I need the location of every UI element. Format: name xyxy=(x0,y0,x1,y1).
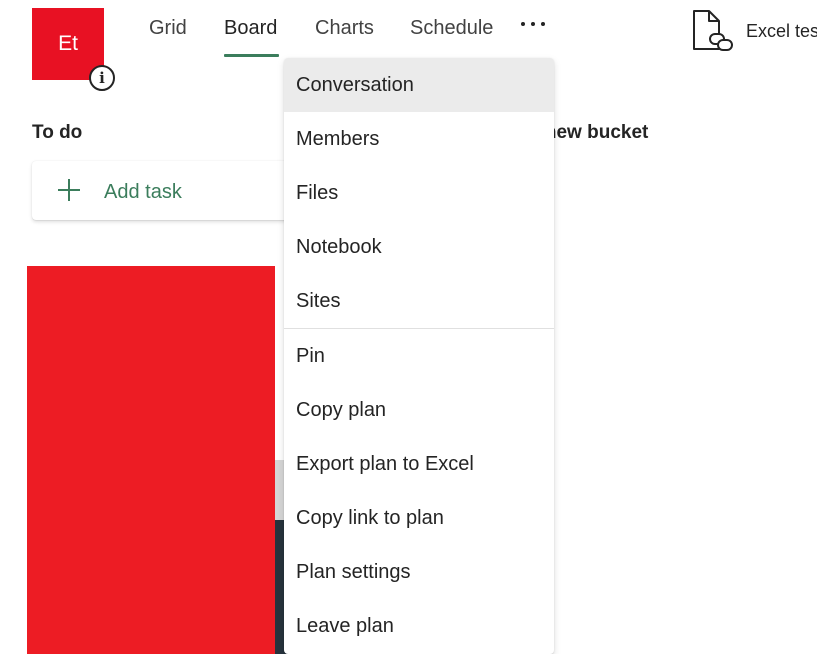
tab-grid[interactable]: Grid xyxy=(149,16,187,40)
tab-schedule[interactable]: Schedule xyxy=(410,16,493,40)
planner-board-view: Et i Grid Board Charts Schedule Excel te… xyxy=(0,0,817,654)
menu-item-notebook[interactable]: Notebook xyxy=(284,220,554,274)
tab-board[interactable]: Board xyxy=(224,16,277,40)
menu-item-pin[interactable]: Pin xyxy=(284,329,554,383)
active-tab-indicator xyxy=(224,54,279,57)
menu-item-copy-plan[interactable]: Copy plan xyxy=(284,383,554,437)
menu-item-plan-settings[interactable]: Plan settings xyxy=(284,545,554,599)
redacted-region-lower xyxy=(27,520,37,654)
plan-avatar-initials: Et xyxy=(58,32,78,55)
menu-item-export-plan-to-excel[interactable]: Export plan to Excel xyxy=(284,437,554,491)
menu-item-members[interactable]: Members xyxy=(284,112,554,166)
menu-item-copy-link-to-plan[interactable]: Copy link to plan xyxy=(284,491,554,545)
menu-item-files[interactable]: Files xyxy=(284,166,554,220)
more-options-menu: Conversation Members Files Notebook Site… xyxy=(284,58,554,654)
plus-icon xyxy=(58,179,80,201)
more-horizontal-icon[interactable] xyxy=(521,14,545,34)
tab-charts[interactable]: Charts xyxy=(315,16,374,40)
file-link-label[interactable]: Excel tes xyxy=(746,20,817,42)
add-task-button[interactable]: Add task xyxy=(32,161,302,220)
menu-item-leave-plan[interactable]: Leave plan xyxy=(284,599,554,653)
redacted-region xyxy=(27,266,275,654)
bucket-title[interactable]: To do xyxy=(32,122,82,144)
file-link-icon[interactable] xyxy=(690,8,736,52)
add-task-label: Add task xyxy=(104,181,182,203)
menu-item-sites[interactable]: Sites xyxy=(284,274,554,328)
info-icon[interactable]: i xyxy=(89,65,115,91)
menu-item-conversation[interactable]: Conversation xyxy=(284,58,554,112)
